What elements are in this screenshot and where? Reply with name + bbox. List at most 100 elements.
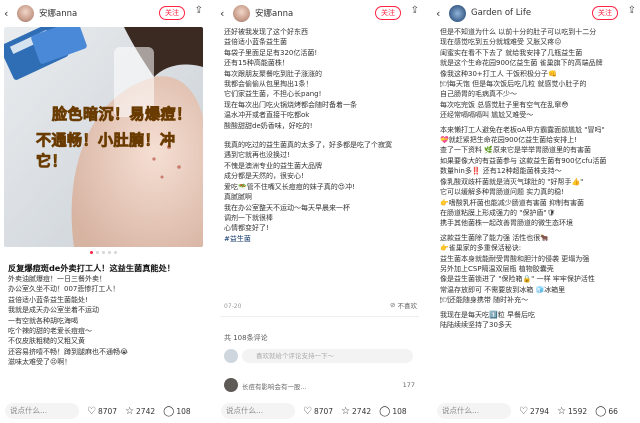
content-line: 👉雀巢家的多重保活秘诀: [440, 244, 522, 253]
post-header: ‹ 安娜anna 关注 ⇪ [0, 0, 207, 26]
comment-count: 108 [176, 406, 191, 416]
content-line: 爱吃🥗管不住嘴又长痘痘的妹子真的😍冲! [224, 182, 355, 191]
post-date: 07-20 [224, 303, 242, 310]
like-button[interactable]: ♡ 2794 [519, 406, 549, 417]
content-line: 👉嗜酸乳杆菌也能减少肠道有害菌 抑制有害菌 [440, 198, 584, 207]
post-content: 还好被我发现了这个好东西 益倍适小蓝条益生菌 每袋子里面足足有320亿活菌! 还… [224, 27, 418, 244]
commenter-avatar[interactable] [224, 378, 238, 392]
content-line: 像我这种30+打工人 干饭积极分子👊 [440, 69, 557, 78]
back-arrow-icon[interactable]: ‹ [4, 7, 14, 20]
content-line: 就是这个生命花园900亿益生菌 雀巢旗下的高端品牌 [440, 59, 603, 68]
content-line: 我都会偷偷从包里掏出1条！ [224, 80, 313, 89]
content-line: 闺蜜实在看不下去了 就给我安排了几瓶益生菌 [440, 48, 583, 57]
dislike-icon: ⊘ [390, 301, 396, 309]
comment-count: 108 [392, 406, 407, 416]
content-line: 自己肠胃的毛病真不少～ [440, 90, 517, 99]
avatar[interactable] [17, 4, 34, 22]
star-count: 2742 [136, 406, 156, 416]
share-icon[interactable]: ⇪ [195, 5, 203, 16]
content-line: 🍽每天饱 但是每次饭后吃几粒 就感觉小肚子的 [440, 80, 587, 89]
star-icon: ☆ [341, 405, 351, 417]
hashtag-link[interactable]: #益生菌 [224, 234, 418, 244]
like-count: 2794 [529, 406, 550, 416]
username[interactable]: 安娜anna [39, 7, 77, 19]
content-line: 真腻腻啊 [224, 193, 252, 202]
username[interactable]: Garden of Life [471, 8, 531, 18]
content-line: 滋味太难受了😣啊！ [8, 358, 72, 367]
content-line: 像是益生菌锁进了 "保险箱🔒" 一样 牢牢保护活性 [440, 275, 595, 284]
content-line: 每次跟朋友聚餐吃到肚子涨涨的 [224, 69, 322, 78]
content-line: 现在感觉吃到五分就城难受 又胀又疼😖 [440, 38, 562, 47]
dislike-button[interactable]: ⊘ 不喜欢 [390, 300, 417, 310]
content-line: 另外加上CSP隔温双层瓶 植物胶囊壳 [440, 264, 554, 273]
content-line: 还好被我发现了这个好东西 [224, 28, 308, 36]
share-icon[interactable]: ⇪ [628, 5, 636, 16]
back-arrow-icon[interactable]: ‹ [436, 7, 446, 20]
content-line: 它可以缓解多种胃肠道问题 实力真的稳! [440, 188, 565, 197]
content-line: 数量hin多‼️ 还有12种超能菌株支持～ [440, 167, 562, 176]
like-button[interactable]: ♡ 8707 [87, 406, 117, 417]
comment-input[interactable]: 说点什么... [221, 403, 295, 419]
content-line: 这款益生菌除了能力强 活性也很🐂 [440, 233, 549, 242]
content-line: 它们家益生菌，不担心长pang! [224, 90, 322, 99]
star-button[interactable]: ☆ 1592 [557, 406, 587, 417]
heart-icon: ♡ [303, 405, 312, 417]
content-line: 办公室久坐不动！007悲惨打工人！ [8, 285, 120, 294]
content-line: 现在每次出门吃火锅烧烤都会随时备着一条 [224, 100, 357, 109]
avatar[interactable] [233, 4, 250, 22]
comment-box[interactable]: 喜欢就给个评论支持一下～ [242, 349, 413, 363]
content-line: 成分都是天然的，很安心! [224, 172, 304, 181]
comment-count: 66 [608, 406, 618, 416]
overlay-text-2: 不通畅！小肚腩！冲它！ [36, 131, 176, 171]
comment-like-count: 177 [402, 381, 415, 389]
comment-input[interactable]: 说点什么... [437, 403, 511, 419]
content-line: 本来懒打工人避免在老板oA甲方霸露面前尴尬 "冒吗" [440, 125, 605, 134]
star-icon: ☆ [125, 405, 135, 417]
post-panel-3: ‹ Garden of Life 关注 ⇪ 但是不知道为什么 以前十分的肚子可以… [432, 0, 640, 423]
content-line: 常温存放即可 不需要放到冰箱 🧊冰箱里 [440, 285, 566, 294]
content-line: 益生菌本身就能耐受胃酸和胆汁的侵袭 更塌为强 [440, 254, 590, 263]
content-line: 遇到它就再也没换过! [224, 151, 290, 160]
post-image[interactable]: 脸色暗沉！易爆痘！ 不通畅！小肚腩！冲它！ [4, 27, 203, 247]
content-line: 在肠道粘膜上形成强力的 "保护盾"🛡 [440, 208, 556, 217]
content-line: 益倍适小蓝条益生菌 [224, 38, 287, 47]
star-button[interactable]: ☆ 2742 [125, 406, 155, 417]
content-line: 查了一下资料 🌿原来它是举举胃肠道里的有害菌 [440, 146, 591, 155]
share-icon[interactable]: ⇪ [411, 5, 419, 16]
star-button[interactable]: ☆ 2742 [341, 406, 371, 417]
content-line: 不愧是澳洲专业的益生菌大品牌 [224, 161, 322, 170]
post-header: ‹ Garden of Life 关注 ⇪ [432, 0, 640, 26]
post-content: 但是不知道为什么 以前十分的肚子可以吃到十二分 现在感觉吃到五分就城难受 又胀又… [440, 27, 637, 330]
username[interactable]: 安娜anna [255, 7, 293, 19]
divider [220, 316, 419, 317]
content-line: 我就是成天办公室坐着不运动 [8, 306, 99, 315]
content-line: 还有15种高能菌株！ [224, 59, 289, 68]
content-line: 我真的吃过的益生菌真的太多了，好多都是吃了个寂寞 [224, 141, 392, 150]
content-line: 像乳酸双歧杆菌就是消灭气球肚的 "好帮手👍" [440, 177, 584, 186]
comment-button[interactable]: ◯ 66 [595, 406, 618, 417]
comment-preview: 长痘有影响会有一股... [242, 383, 307, 391]
content-line: 但是不知道为什么 以前十分的肚子可以吃到十二分 [440, 28, 597, 36]
follow-button[interactable]: 关注 [159, 6, 185, 20]
follow-button[interactable]: 关注 [592, 6, 618, 20]
heart-icon: ♡ [87, 405, 96, 417]
content-line: 如果要像大的有益菌参与 这款益生菌有900亿cfu活菌 [440, 156, 607, 165]
avatar[interactable] [449, 4, 466, 22]
content-line: 我现在是每天吃1️⃣粒 早餐后吃 [440, 310, 535, 319]
back-arrow-icon[interactable]: ‹ [220, 7, 230, 20]
content-line: 还经常嗝嗝嗝叫 尴尬又难受～ [440, 111, 534, 120]
comment-button[interactable]: ◯ 108 [379, 406, 407, 417]
like-button[interactable]: ♡ 8707 [303, 406, 333, 417]
dislike-label: 不喜欢 [397, 302, 418, 310]
comment-button[interactable]: ◯ 108 [163, 406, 191, 417]
follow-button[interactable]: 关注 [375, 6, 401, 20]
comment-input[interactable]: 说点什么... [5, 403, 79, 419]
content-line: 吃个辣的甜的老爱长痘痘～ [8, 327, 92, 336]
content-line: 心情都变好了! [224, 224, 269, 233]
content-line: 益倍适小蓝条益生菌能处! [8, 295, 88, 304]
star-icon: ☆ [557, 405, 567, 417]
content-line: 调剂一下就很棒 [224, 213, 273, 222]
content-line: 每次吃完饭 总感觉肚子里有空气在乱窜😳 [440, 100, 569, 109]
content-line: 不仅皮肤粗糙的又粗又黄 [8, 337, 85, 346]
content-line: 携手其他菌株一起改善胃肠道的微生态环境 [440, 219, 573, 228]
